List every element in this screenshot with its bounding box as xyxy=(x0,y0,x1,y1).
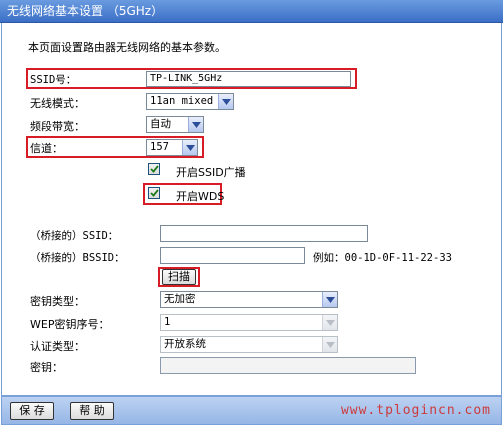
chevron-down-icon[interactable] xyxy=(218,94,233,109)
mode-label: 无线模式： xyxy=(30,97,85,110)
bandwidth-select-value: 自动 xyxy=(150,118,171,130)
chevron-down-icon[interactable] xyxy=(188,117,203,132)
bssid-example-text: 例如：00-1D-0F-11-22-33 xyxy=(313,252,452,264)
channel-select[interactable]: 157 xyxy=(146,139,198,156)
title-bar: 无线网络基本设置 （5GHz） xyxy=(0,0,503,23)
key-input[interactable] xyxy=(160,357,416,374)
bridged-ssid-input[interactable] xyxy=(160,225,368,242)
bridged-bssid-input[interactable] xyxy=(160,247,305,264)
auth-type-select-value: 开放系统 xyxy=(164,338,206,350)
bridged-ssid-label: （桥接的）SSID： xyxy=(30,230,119,242)
save-button[interactable]: 保 存 xyxy=(10,402,54,420)
key-type-select[interactable]: 无加密 xyxy=(160,291,338,308)
channel-label: 信道： xyxy=(30,142,63,155)
wds-checkbox[interactable] xyxy=(148,187,160,199)
checkmark-icon xyxy=(149,165,159,173)
key-type-label: 密钥类型： xyxy=(30,295,85,308)
mode-select[interactable]: 11an mixed xyxy=(146,93,234,110)
bandwidth-label: 频段带宽： xyxy=(30,120,85,133)
ssid-broadcast-checkbox[interactable] xyxy=(148,163,160,175)
ssid-broadcast-label: 开启SSID广播 xyxy=(176,166,246,179)
help-button[interactable]: 帮 助 xyxy=(70,402,114,420)
chevron-down-icon[interactable] xyxy=(322,292,337,307)
scan-button[interactable]: 扫描 xyxy=(162,269,196,285)
checkmark-icon xyxy=(149,189,159,197)
wep-index-label: WEP密钥序号： xyxy=(30,318,110,331)
chevron-down-icon[interactable] xyxy=(182,140,197,155)
chevron-down-icon[interactable] xyxy=(322,337,337,352)
chevron-down-icon[interactable] xyxy=(322,315,337,330)
footer-bar: 保 存 帮 助 www.tplogincn.com xyxy=(1,396,502,425)
wep-index-select-value: 1 xyxy=(164,316,171,328)
settings-panel: 本页面设置路由器无线网络的基本参数。 SSID号： TP-LINK_5GHz 无… xyxy=(1,23,502,396)
bridged-bssid-label: （桥接的）BSSID： xyxy=(30,252,125,264)
wep-index-select[interactable]: 1 xyxy=(160,314,338,331)
bandwidth-select[interactable]: 自动 xyxy=(146,116,204,133)
page-title: 无线网络基本设置 （5GHz） xyxy=(7,4,164,18)
mode-select-value: 11an mixed xyxy=(150,95,214,107)
key-label: 密钥： xyxy=(30,361,63,374)
intro-text: 本页面设置路由器无线网络的基本参数。 xyxy=(28,41,226,54)
channel-select-value: 157 xyxy=(150,141,169,153)
ssid-label: SSID号： xyxy=(30,74,77,86)
auth-type-select[interactable]: 开放系统 xyxy=(160,336,338,353)
auth-type-label: 认证类型： xyxy=(30,340,85,353)
key-type-select-value: 无加密 xyxy=(164,293,196,305)
wds-label: 开启WDS xyxy=(176,190,225,203)
ssid-input[interactable]: TP-LINK_5GHz xyxy=(146,71,351,87)
watermark-text: www.tplogincn.com xyxy=(340,403,491,418)
